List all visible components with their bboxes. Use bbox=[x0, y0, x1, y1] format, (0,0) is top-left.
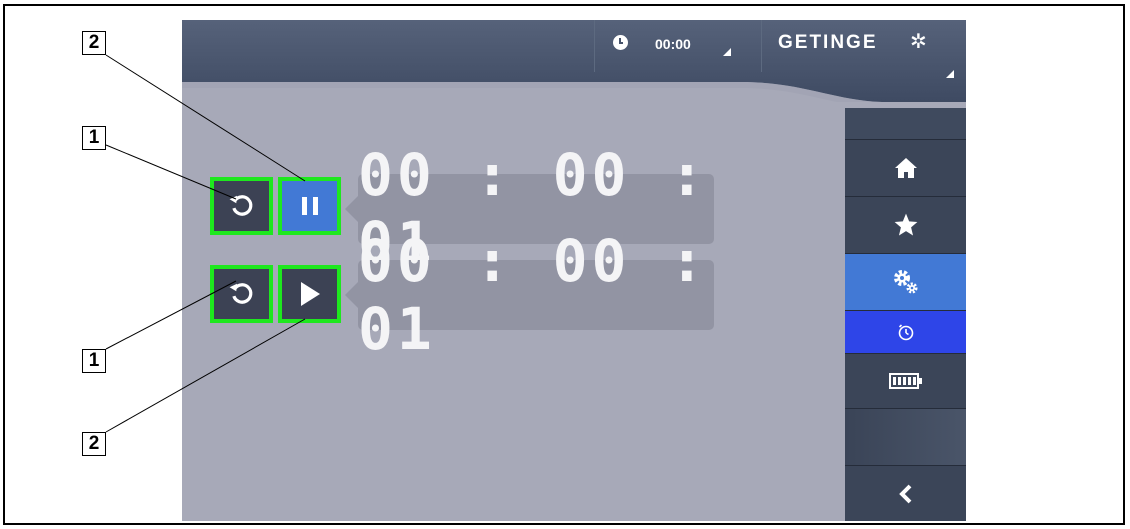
callout-label: 2 bbox=[82, 31, 106, 55]
callout-label: 1 bbox=[82, 126, 106, 150]
callout-leader-lines bbox=[105, 54, 306, 433]
callout-label: 1 bbox=[82, 349, 106, 373]
callout-label: 2 bbox=[82, 432, 106, 456]
